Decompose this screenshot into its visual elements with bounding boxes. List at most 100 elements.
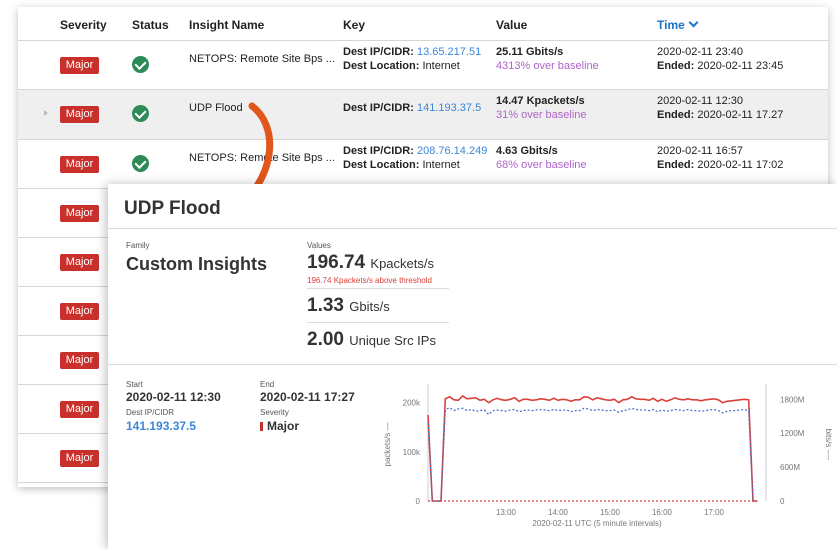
x-tick-label: 14:00 (548, 508, 569, 517)
location-value: Internet (422, 60, 460, 72)
ended-label: Ended: (657, 60, 695, 72)
severity-badge: Major (60, 450, 99, 467)
x-tick-label: 16:00 (652, 508, 673, 517)
expand-caret-icon[interactable] (44, 110, 48, 116)
time-start: 2020-02-11 12:30 (657, 95, 744, 107)
y-right-tick-label: 1200M (780, 429, 805, 438)
family-value: Custom Insights (126, 254, 268, 274)
y-right-tick-label: 0 (780, 497, 785, 506)
time-ended: 2020-02-11 17:02 (697, 159, 784, 171)
baseline-text: over baseline (521, 109, 587, 121)
y-axis-right-label: bits/s ---- (824, 429, 833, 461)
key-value-link[interactable]: 208.76.14.249 (417, 145, 487, 157)
ended-label: Ended: (657, 109, 695, 121)
key-value-link[interactable]: 141.193.37.5 (417, 102, 481, 114)
detail-title: UDP Flood (124, 198, 221, 219)
severity-badge: Major (60, 303, 99, 320)
insight-name[interactable]: NETOPS: Remote Site Bps ... (189, 52, 335, 66)
dest-value-link[interactable]: 141.193.37.5 (126, 419, 196, 433)
table-header: Severity Status Insight Name Key Value T… (18, 7, 828, 41)
insight-detail-panel: UDP Flood Family Custom Insights Values … (108, 184, 837, 549)
table-row[interactable]: Major NETOPS: Remote Site Bps ... Dest I… (18, 140, 828, 189)
status-ok-icon (132, 105, 149, 122)
metric-kpackets-unit: Kpackets/s (370, 256, 434, 271)
metric-gbits-value: 1.33 (307, 295, 344, 316)
key-label: Dest IP/CIDR: (343, 102, 414, 114)
values-label: Values (307, 241, 331, 250)
metric-kpackets: 196.74 Kpackets/s (307, 252, 434, 274)
metric-gbits: 1.33 Gbits/s (307, 295, 390, 317)
x-tick-label: 17:00 (704, 508, 725, 517)
y-axis-left-label: packets/s — (383, 422, 392, 466)
metric-kpackets-value: 196.74 (307, 252, 366, 273)
metric-value: 25.11 Gbits/s (496, 46, 564, 58)
family-label: Family (126, 241, 150, 250)
severity-badge: Major (60, 352, 99, 369)
header-key[interactable]: Key (343, 18, 365, 32)
status-ok-icon (132, 56, 149, 73)
header-status[interactable]: Status (132, 18, 169, 32)
series-line-bitss (427, 407, 758, 502)
header-time-label: Time (657, 18, 685, 32)
divider (307, 288, 449, 289)
baseline-text: over baseline (521, 159, 587, 171)
severity-text: Major (267, 419, 300, 433)
metric-value: 4.63 Gbits/s (496, 145, 558, 157)
severity-dot-icon (260, 422, 263, 431)
status-ok-icon (132, 155, 149, 172)
header-time[interactable]: Time (657, 17, 699, 32)
time-start: 2020-02-11 23:40 (657, 46, 744, 58)
ended-label: Ended: (657, 159, 695, 171)
metric-src-ips-unit: Unique Src IPs (349, 333, 436, 348)
baseline-pct: 31% (496, 109, 519, 121)
x-tick-label: 15:00 (600, 508, 621, 517)
time-start: 2020-02-11 16:57 (657, 145, 744, 157)
x-axis-label: 2020-02-11 UTC (5 minute intervals) (532, 519, 662, 528)
time-ended: 2020-02-11 23:45 (697, 60, 784, 72)
header-value[interactable]: Value (496, 18, 527, 32)
y-left-tick-label: 0 (416, 497, 421, 506)
series-line-packetss (427, 394, 758, 502)
y-right-tick-label: 1800M (780, 395, 805, 404)
x-tick-label: 13:00 (496, 508, 517, 517)
severity-label: Severity (260, 408, 289, 417)
metric-src-ips-value: 2.00 (307, 329, 344, 350)
baseline-pct: 4313% (496, 60, 531, 72)
baseline-pct: 68% (496, 159, 519, 171)
severity-value: Major (260, 419, 299, 433)
metric-value: 14.47 Kpackets/s (496, 95, 585, 107)
header-severity[interactable]: Severity (60, 18, 107, 32)
dest-label: Dest IP/CIDR (126, 408, 175, 417)
y-left-tick-label: 200k (403, 399, 421, 408)
start-label: Start (126, 380, 143, 389)
y-right-tick-label: 600M (780, 463, 800, 472)
severity-badge: Major (60, 401, 99, 418)
severity-badge: Major (60, 254, 99, 271)
divider (307, 322, 449, 323)
key-label: Dest IP/CIDR: (343, 145, 414, 157)
key-value-link[interactable]: 13.65.217.51 (417, 46, 481, 58)
y-left-tick-label: 100k (403, 448, 421, 457)
divider (108, 228, 837, 229)
traffic-chart: 0 100k 200k 0 600M 1200M 1800M 13:00 14:00 15:00 1… (383, 384, 833, 528)
severity-badge: Major (60, 205, 99, 222)
location-value: Internet (422, 159, 460, 171)
threshold-note: 196.74 Kpackets/s above threshold (307, 276, 432, 285)
start-value: 2020-02-11 12:30 (126, 390, 221, 404)
table-row-selected[interactable]: Major UDP Flood Dest IP/CIDR: 141.193.37… (18, 90, 828, 140)
time-ended: 2020-02-11 17.27 (697, 109, 784, 121)
severity-badge: Major (60, 106, 99, 123)
location-label: Dest Location: (343, 60, 420, 72)
metric-gbits-unit: Gbits/s (349, 299, 390, 314)
metric-src-ips: 2.00 Unique Src IPs (307, 329, 436, 351)
divider (108, 364, 837, 365)
location-label: Dest Location: (343, 159, 420, 171)
severity-badge: Major (60, 156, 99, 173)
table-row[interactable]: Major NETOPS: Remote Site Bps ... Dest I… (18, 41, 828, 90)
severity-badge: Major (60, 57, 99, 74)
chevron-down-icon (688, 17, 699, 28)
header-insight-name[interactable]: Insight Name (189, 18, 264, 32)
baseline-text: over baseline (533, 60, 599, 72)
key-label: Dest IP/CIDR: (343, 46, 414, 58)
end-value: 2020-02-11 17:27 (260, 390, 355, 404)
